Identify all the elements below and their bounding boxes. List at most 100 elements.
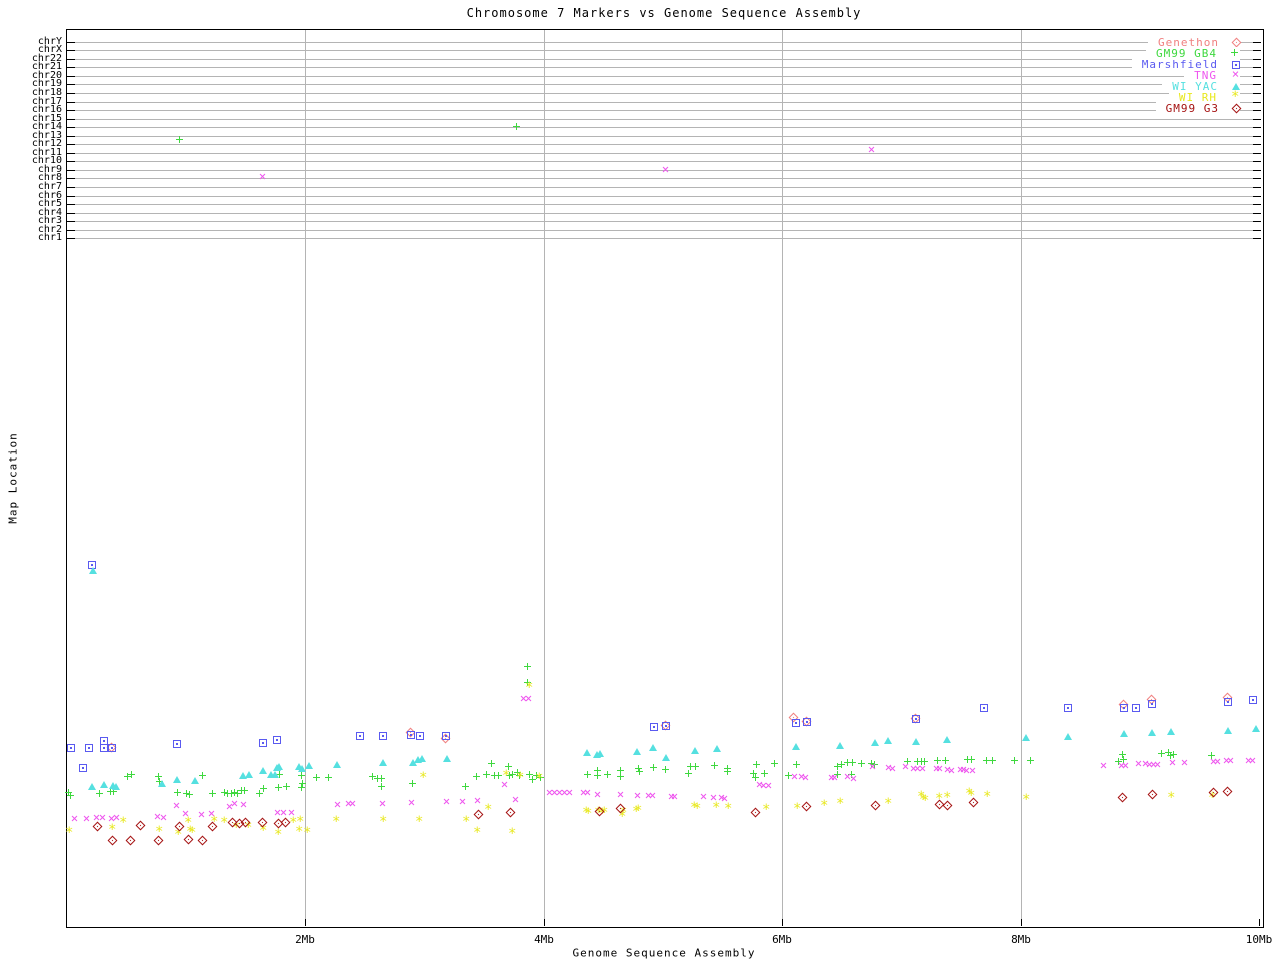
data-point-wi-rh <box>921 797 929 806</box>
data-point-wi-yac <box>583 749 591 756</box>
data-point-wi-rh <box>65 829 73 838</box>
data-point-wi-rh <box>419 774 427 783</box>
y-tick-mark-left <box>67 67 75 68</box>
data-point-wi-rh <box>502 772 510 781</box>
data-point-marshfield <box>379 732 387 740</box>
chromosome-line <box>67 230 1261 231</box>
data-point-wi-rh <box>836 800 844 809</box>
data-point-wi-rh <box>155 828 163 837</box>
data-point-wi-yac <box>259 767 267 774</box>
data-point-wi-rh <box>634 807 642 816</box>
data-point-wi-rh <box>415 818 423 827</box>
data-point-wi-rh <box>693 805 701 814</box>
chromosome-line <box>67 119 1261 120</box>
data-point-wi-rh <box>462 818 470 827</box>
y-tick-mark-left <box>67 84 75 85</box>
data-point-gm99-gb4 <box>636 768 643 775</box>
y-tick-mark-left <box>67 144 75 145</box>
x-tick-label: 2Mb <box>295 933 315 946</box>
y-tick-mark-left <box>67 204 75 205</box>
y-tick-mark-right <box>1253 76 1261 77</box>
chromosome-line <box>67 161 1261 162</box>
y-tick-mark-right <box>1253 161 1261 162</box>
data-point-marshfield <box>980 704 988 712</box>
data-point-wi-rh <box>296 818 304 827</box>
data-point-gm99-gb4 <box>1011 757 1018 764</box>
data-point-wi-yac <box>88 783 96 790</box>
y-tick-mark-left <box>67 196 75 197</box>
data-point-wi-rh <box>379 818 387 827</box>
data-point-wi-rh <box>332 818 340 827</box>
y-tick-mark-right <box>1253 42 1261 43</box>
x-tick-label: 6Mb <box>772 933 792 946</box>
chromosome-line <box>67 84 1261 85</box>
data-point-wi-yac <box>1120 730 1128 737</box>
y-tick-mark-right <box>1253 213 1261 214</box>
data-point-wi-yac <box>173 776 181 783</box>
data-point-gm99-gb4 <box>685 770 692 777</box>
x-tick-mark <box>782 919 783 926</box>
data-point-wi-rh <box>983 793 991 802</box>
data-point-gm99-gb4 <box>793 761 800 768</box>
data-point-marshfield <box>1064 704 1072 712</box>
chromosome-line <box>67 213 1261 214</box>
data-point-wi-rh <box>535 775 543 784</box>
data-point-marshfield <box>79 764 87 772</box>
data-point-gm99-gb4 <box>378 775 385 782</box>
legend-item: TNG <box>1184 69 1240 81</box>
data-point-gm99-gb4 <box>761 770 768 777</box>
data-point-wi-rh <box>762 806 770 815</box>
data-point-wi-rh <box>108 826 116 835</box>
x-tick-label: 4Mb <box>534 933 554 946</box>
y-tick-mark-right <box>1253 238 1261 239</box>
data-point-marshfield <box>1120 704 1128 712</box>
data-point-wi-yac <box>418 755 426 762</box>
y-tick-mark-left <box>67 238 75 239</box>
data-point-marshfield <box>100 744 108 752</box>
chromosome-line <box>67 42 1261 43</box>
data-point-gm99-gb4 <box>989 757 996 764</box>
data-point-gm99-gb4 <box>325 774 332 781</box>
data-point-gm99-gb4 <box>96 790 103 797</box>
y-axis-label: Map Location <box>6 432 20 524</box>
data-point-gm99-gb4 <box>128 771 135 778</box>
data-point-wi-yac <box>305 762 313 769</box>
data-point-gm99-gb4 <box>174 789 181 796</box>
data-point-wi-yac <box>379 759 387 766</box>
data-point-marshfield <box>803 718 811 726</box>
y-tick-mark-right <box>1253 50 1261 51</box>
data-point-wi-yac <box>443 755 451 762</box>
data-point-wi-yac <box>713 745 721 752</box>
data-point-wi-yac <box>596 750 604 757</box>
data-point-gm99-gb4 <box>968 756 975 763</box>
data-point-marshfield <box>85 744 93 752</box>
data-point-wi-yac <box>1064 733 1072 740</box>
x-tick-mark <box>1259 919 1260 926</box>
chart-title: Chromosome 7 Markers vs Genome Sequence … <box>466 6 862 20</box>
y-tick-mark-right <box>1253 84 1261 85</box>
data-point-gm99-gb4 <box>1158 750 1165 757</box>
data-point-wi-yac <box>100 781 108 788</box>
y-tick-mark-right <box>1253 119 1261 120</box>
y-tick-mark-left <box>67 102 75 103</box>
chromosome-line <box>67 187 1261 188</box>
chromosome-line <box>67 59 1261 60</box>
data-point-wi-yac <box>1022 734 1030 741</box>
chromosome-line <box>67 93 1261 94</box>
data-point-wi-yac <box>884 737 892 744</box>
y-tick-mark-right <box>1253 59 1261 60</box>
y-tick-mark-left <box>67 213 75 214</box>
data-point-wi-rh <box>712 804 720 813</box>
square-marker-icon <box>1232 60 1240 69</box>
data-point-wi-yac <box>649 744 657 751</box>
y-tick-mark-right <box>1253 178 1261 179</box>
data-point-wi-yac <box>333 761 341 768</box>
data-point-gm99-gb4 <box>209 790 216 797</box>
data-point-wi-rh <box>584 810 592 819</box>
data-point-gm99-gb4 <box>409 780 416 787</box>
chart: Chromosome 7 Markers vs Genome Sequence … <box>0 0 1280 960</box>
data-point-gm99-gb4 <box>524 663 531 670</box>
data-point-wi-yac <box>1167 728 1175 735</box>
y-tick-mark-right <box>1253 221 1261 222</box>
y-tick-mark-left <box>67 42 75 43</box>
